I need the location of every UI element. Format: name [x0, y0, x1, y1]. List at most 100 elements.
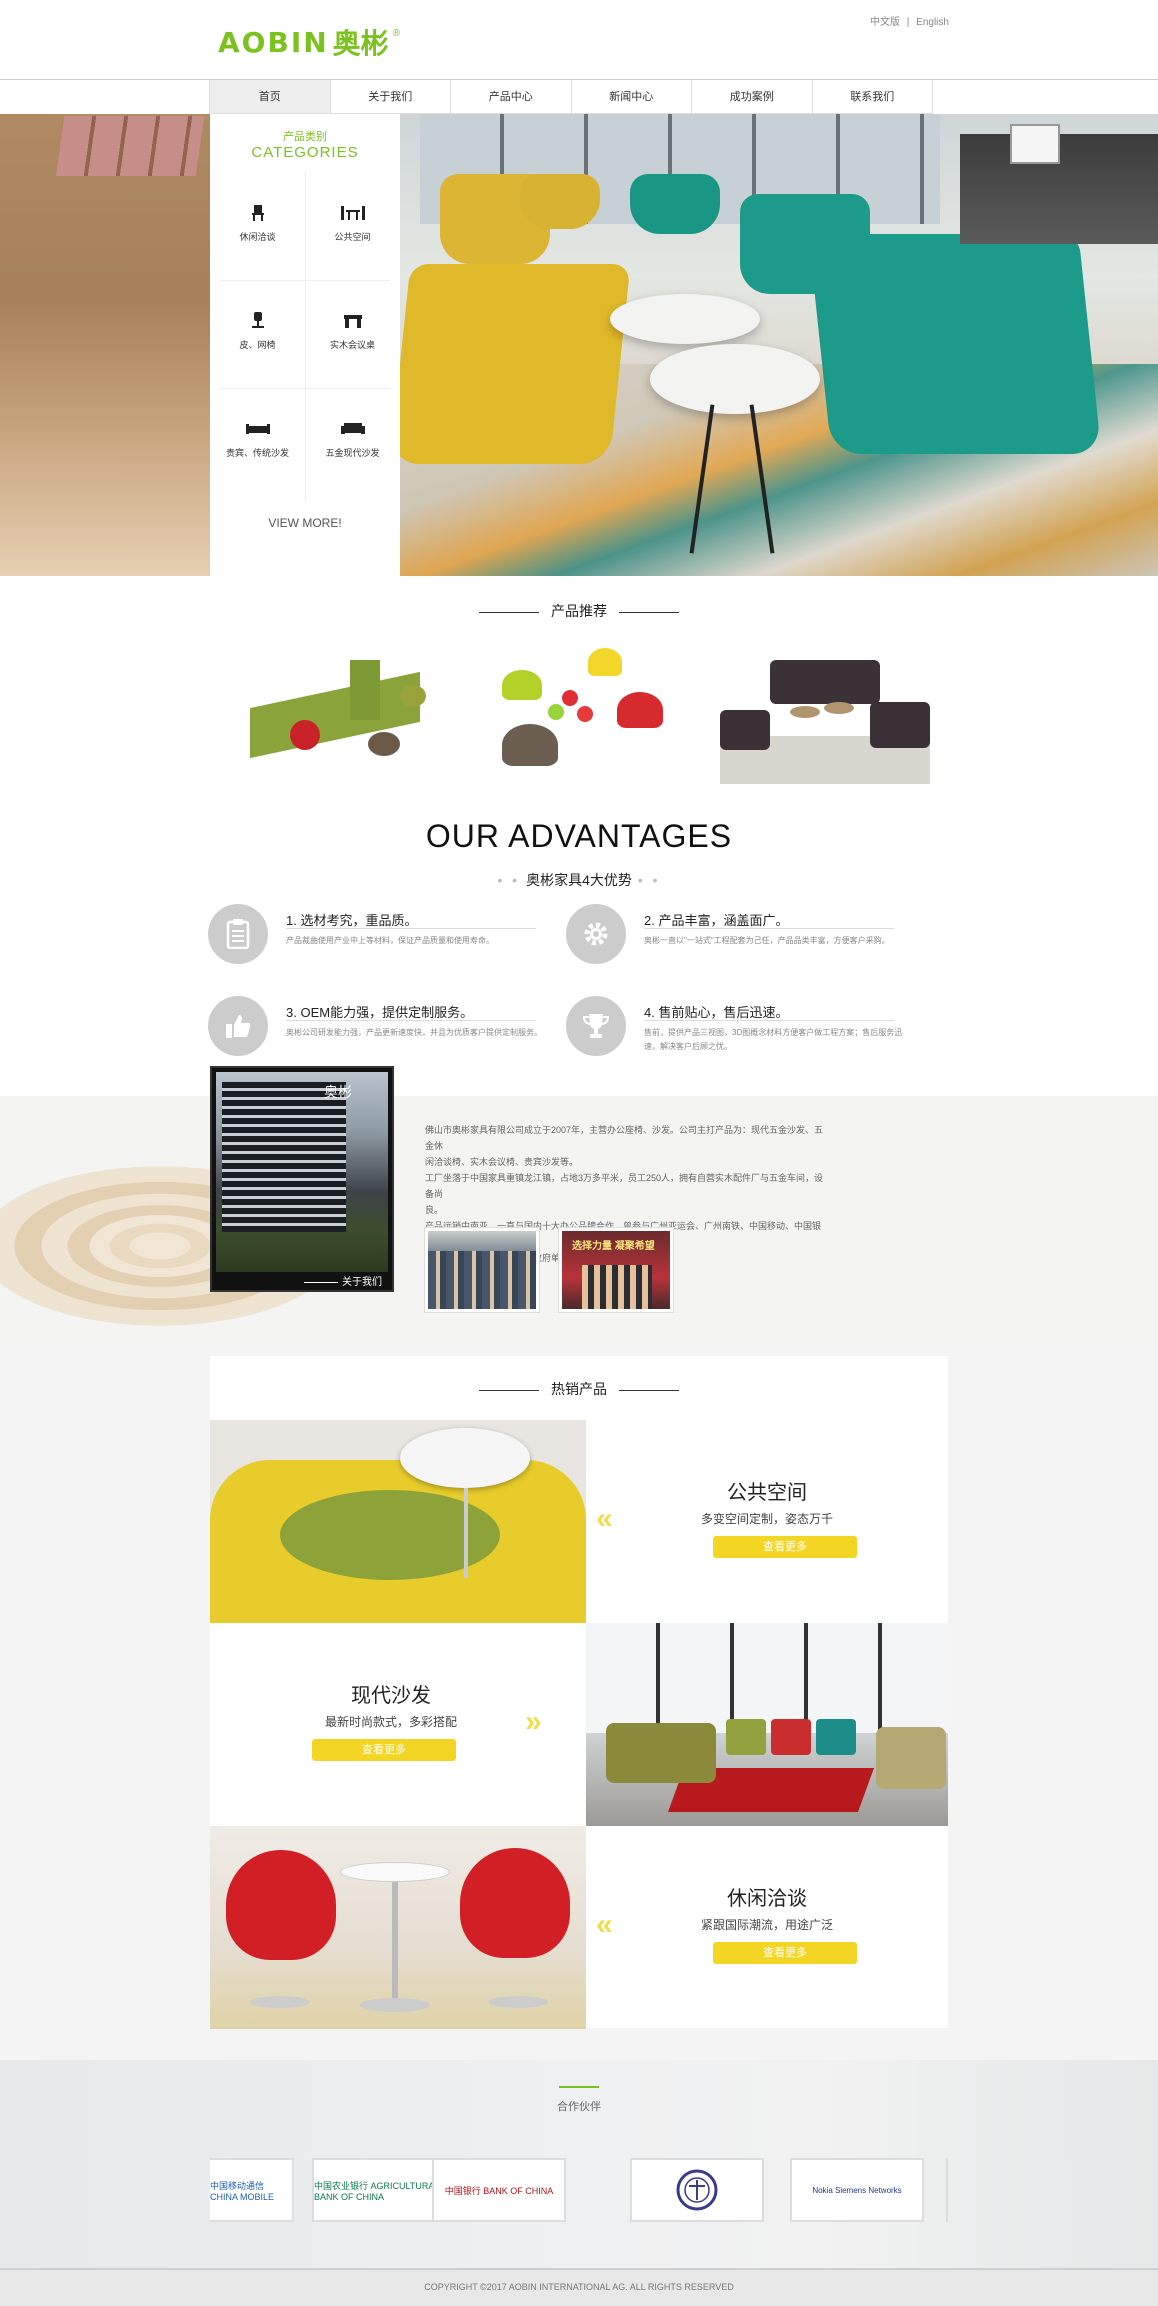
category-leisure[interactable]: 休闲洽谈	[210, 172, 305, 280]
nav-home[interactable]: 首页	[210, 80, 331, 114]
partner-logo-edge	[946, 2158, 948, 2222]
category-title-cn: 产品类别	[283, 131, 327, 143]
sofa-image	[770, 660, 880, 704]
hot-product-public-space: « 公共空间 多变空间定制，姿态万千 查看更多	[586, 1420, 948, 1623]
title-line	[619, 611, 679, 613]
hot-product-modern-sofa-image[interactable]	[586, 1623, 948, 1826]
team-photo-2[interactable]: 选择力量 凝聚希望	[559, 1228, 673, 1312]
category-label: 贵宾、传统沙发	[225, 448, 289, 458]
yellow-chair-image	[400, 264, 631, 464]
about-line: 闲洽谈椅、实木会议椅、贵宾沙发等。	[425, 1157, 579, 1167]
hot-product-title: 公共空间	[727, 1482, 807, 1504]
recommend-product-1[interactable]	[210, 640, 450, 786]
chair-base	[250, 1996, 310, 2008]
partner-name: 中国农业银行 AGRICULTURAL BANK OF CHINA	[314, 2180, 440, 2202]
partner-logo-emblem[interactable]	[630, 2158, 764, 2222]
nav-about[interactable]: 关于我们	[330, 80, 451, 114]
chair-icon	[251, 205, 264, 221]
lang-chinese-link[interactable]: 中文版	[870, 17, 900, 28]
partner-name: 中国银行 BANK OF CHINA	[444, 2185, 554, 2196]
recommend-product-3[interactable]	[710, 640, 950, 786]
armchair-image	[870, 702, 930, 748]
advantage-item: 4. 售前贴心，售后迅速。 售前，提供产品三视图，3D图概念材料方便客户做工程方…	[566, 996, 906, 1066]
recommend-product-2[interactable]	[462, 640, 702, 786]
view-more-link[interactable]: VIEW MORE!	[210, 516, 400, 530]
recommend-title: 产品推荐	[0, 601, 1158, 621]
table-image	[340, 1862, 450, 1882]
table-image	[650, 344, 820, 414]
bookshelf-image	[55, 116, 205, 176]
building-image	[222, 1082, 346, 1232]
hero-left-photo	[0, 114, 210, 576]
recommend-title-text: 产品推荐	[551, 603, 607, 619]
partner-logo-china-mobile[interactable]: 中国移动通信 CHINA MOBILE	[210, 2158, 294, 2222]
language-switcher: 中文版 | English	[868, 13, 951, 28]
trophy-icon	[566, 996, 626, 1056]
modular-sofa-image	[350, 660, 380, 720]
advantages-subtitle: 奥彬家具4大优势	[526, 872, 632, 888]
partner-logo-nokia-siemens[interactable]: Nokia Siemens Networks	[790, 2158, 924, 2222]
nav-cases[interactable]: 成功案例	[692, 80, 813, 114]
about-line: 工厂坐落于中国家具重镇龙江镇，占地3万多平米，员工250人，拥有自营实木配件厂与…	[425, 1173, 824, 1199]
advantage-desc: 奥彬一直以"一站式"工程配套为己任，产品品类丰富，方便客户采购。	[644, 936, 890, 945]
hot-product-leisure: « 休闲洽谈 紧跟国际潮流，用途广泛 查看更多	[586, 1826, 948, 2029]
category-leather-mesh[interactable]: 皮、网椅	[210, 280, 305, 388]
table-chairs-icon	[340, 206, 365, 220]
gear-icon	[566, 904, 626, 964]
advantage-item: 2. 产品丰富，涵盖面广。 奥彬一直以"一站式"工程配套为己任，产品品类丰富，方…	[566, 904, 906, 974]
chair-image	[588, 648, 622, 676]
sofa-image	[606, 1723, 716, 1783]
banner-text: 选择力量 凝聚希望	[572, 1241, 655, 1252]
category-conference-table[interactable]: 实木会议桌	[305, 280, 400, 388]
category-label: 实木会议桌	[329, 340, 375, 350]
category-label: 休闲洽谈	[239, 232, 276, 242]
emblem-icon	[676, 2169, 718, 2211]
hot-product-public-space-image[interactable]	[210, 1420, 586, 1623]
table-image	[400, 1428, 530, 1488]
coffee-table-image	[824, 702, 854, 714]
hot-product-title: 现代沙发	[351, 1685, 431, 1707]
category-vip-sofa[interactable]: 贵宾、传统沙发	[210, 388, 305, 496]
divider	[286, 928, 536, 929]
hero-photo[interactable]	[400, 114, 1158, 576]
divider	[644, 1020, 894, 1021]
category-label: 皮、网椅	[239, 340, 276, 350]
nav-news[interactable]: 新闻中心	[571, 80, 692, 114]
lang-english-link[interactable]: English	[916, 17, 949, 28]
table-image	[562, 690, 578, 706]
site-logo[interactable]: AOBIN 奥彬 ®	[218, 22, 400, 62]
company-building-photo[interactable]: 奥彬 关于我们	[210, 1066, 394, 1292]
view-more-button[interactable]: 查看更多	[312, 1739, 456, 1761]
team-photo-1[interactable]	[425, 1228, 539, 1312]
divider	[644, 928, 894, 929]
chair-base	[488, 1996, 548, 2008]
view-more-button[interactable]: 查看更多	[713, 1942, 857, 1964]
advantage-desc: 产品裁曲使用产业中上等材料，保证产品质量和使用寿命。	[286, 936, 494, 945]
red-chair-image	[460, 1848, 570, 1958]
partner-logo-boc[interactable]: 中国银行 BANK OF CHINA	[432, 2158, 566, 2222]
category-modern-sofa[interactable]: 五金现代沙发	[305, 388, 400, 496]
registered-mark: ®	[392, 27, 401, 39]
coffee-table-image	[790, 706, 820, 718]
team-image	[582, 1265, 652, 1309]
site-header: AOBIN 奥彬 ® 中文版 | English	[0, 0, 1158, 80]
hero-banner: 产品类别 CATEGORIES 休闲洽谈 公共空间 皮、网椅 实木会议桌 贵宾、…	[0, 114, 1158, 576]
window-image	[586, 1623, 948, 1733]
hot-product-leisure-image[interactable]	[210, 1826, 586, 2029]
thumbs-up-icon	[208, 996, 268, 1056]
sofa-image	[771, 1719, 811, 1755]
link-line	[304, 1281, 338, 1283]
nav-products[interactable]: 产品中心	[451, 80, 572, 114]
decor-dots: • •	[497, 872, 521, 888]
nav-contact[interactable]: 联系我们	[812, 80, 933, 114]
building-sign: 奥彬	[324, 1085, 352, 1101]
hot-product-title: 休闲洽谈	[727, 1888, 807, 1910]
partner-logo-abc[interactable]: 中国农业银行 AGRICULTURAL BANK OF CHINA	[312, 2158, 446, 2222]
stool-image	[368, 732, 400, 756]
category-public-space[interactable]: 公共空间	[305, 172, 400, 280]
table-image	[548, 704, 564, 720]
view-more-button[interactable]: 查看更多	[713, 1536, 857, 1558]
chair-image	[617, 692, 663, 728]
about-us-link[interactable]: 关于我们	[304, 1273, 382, 1288]
advantages-title-en: OUR ADVANTAGES	[425, 818, 733, 854]
